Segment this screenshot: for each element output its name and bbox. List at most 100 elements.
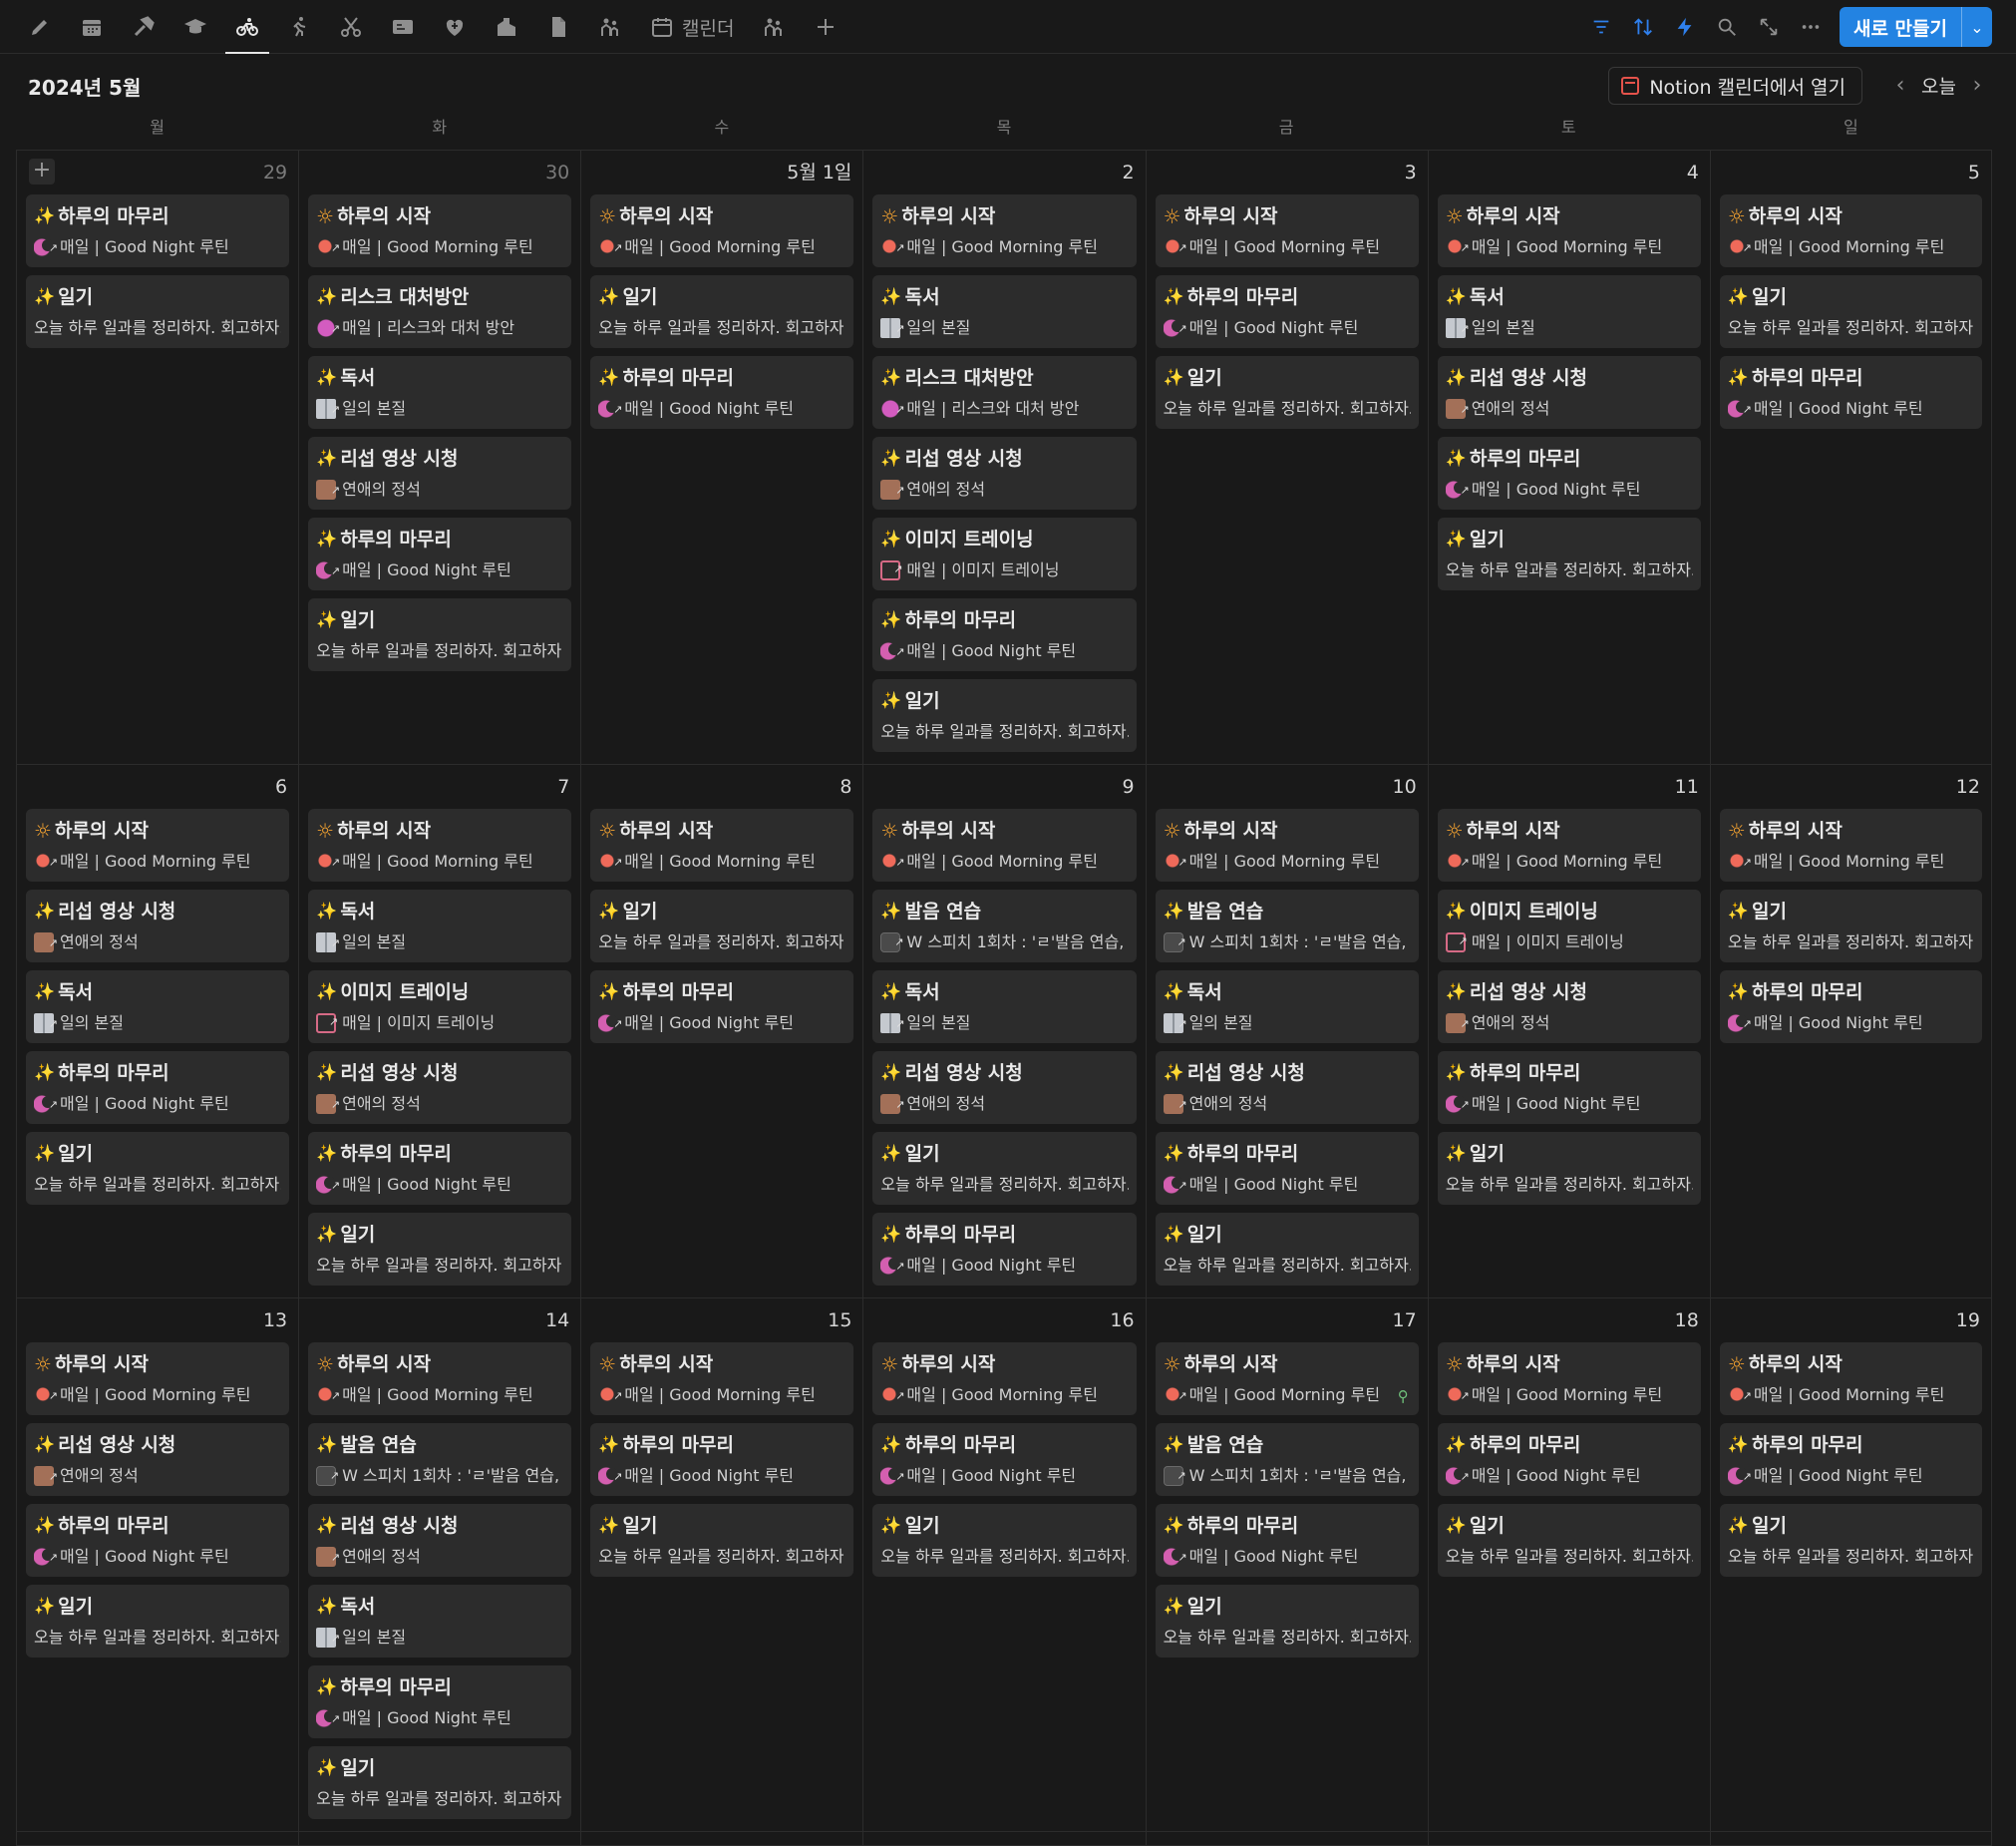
event-card[interactable]: ☼하루의 시작매일 | Good Morning 루틴: [872, 809, 1137, 882]
event-card[interactable]: ✨하루의 마무리매일 | Good Night 루틴: [872, 598, 1137, 671]
event-card[interactable]: ✨발음 연습 W 스피치 1회차 : 'ㄹ'발음 연습, ㅌ: [1155, 1423, 1419, 1496]
event-card[interactable]: ✨리섭 영상 시청연애의 정석: [1437, 356, 1701, 429]
day-cell[interactable]: [1427, 1832, 1710, 1846]
event-card[interactable]: ✨하루의 마무리매일 | Good Night 루틴: [590, 970, 854, 1043]
event-card[interactable]: ✨발음 연습 W 스피치 1회차 : 'ㄹ'발음 연습, ㅌ: [1155, 890, 1419, 962]
event-card[interactable]: ✨하루의 마무리매일 | Good Night 루틴: [308, 1665, 572, 1738]
event-card[interactable]: ✨ 일기 오늘 하루 일과를 정리하자. 회고하자.: [1437, 1504, 1701, 1577]
event-card[interactable]: ✨ 일기 오늘 하루 일과를 정리하자. 회고하자.: [1719, 275, 1982, 348]
event-card[interactable]: ☼하루의 시작매일 | Good Morning 루틴: [308, 809, 572, 882]
event-card[interactable]: ✨ 일기 오늘 하루 일과를 정리하자. 회고하자.: [872, 1132, 1137, 1205]
new-button-dropdown[interactable]: ⌄: [1961, 7, 1992, 47]
view-tab-7[interactable]: [325, 0, 377, 54]
view-tab-10[interactable]: [481, 0, 532, 54]
event-card[interactable]: ☼하루의 시작매일 | Good Morning 루틴: [590, 809, 854, 882]
day-cell[interactable]: 4☼하루의 시작매일 | Good Morning 루틴✨독서일의 본질✨리섭 …: [1427, 151, 1710, 765]
event-card[interactable]: ☼하루의 시작매일 | Good Morning 루틴: [1155, 809, 1419, 882]
event-card[interactable]: ☼하루의 시작매일 | Good Morning 루틴: [590, 1342, 854, 1415]
event-card[interactable]: ✨이미지 트레이닝매일 | 이미지 트레이닝: [308, 970, 572, 1043]
view-tab-12[interactable]: [584, 0, 636, 54]
day-cell[interactable]: 13☼하루의 시작매일 | Good Morning 루틴✨리섭 영상 시청연애…: [16, 1298, 299, 1832]
event-card[interactable]: ✨하루의 마무리매일 | Good Night 루틴: [1155, 1132, 1419, 1205]
view-tab-15[interactable]: [800, 0, 851, 54]
event-card[interactable]: ✨하루의 마무리매일 | Good Night 루틴: [26, 1504, 290, 1577]
event-card[interactable]: ✨ 일기 오늘 하루 일과를 정리하자. 회고하자.: [590, 275, 854, 348]
event-card[interactable]: ✨ 일기 오늘 하루 일과를 정리하자. 회고하자.: [1155, 356, 1419, 429]
event-card[interactable]: ✨ 일기 오늘 하루 일과를 정리하자. 회고하자.: [26, 1585, 290, 1658]
more-icon[interactable]: [1790, 7, 1832, 47]
event-card[interactable]: ✨하루의 마무리매일 | Good Night 루틴: [590, 356, 854, 429]
event-card[interactable]: ☼하루의 시작매일 | Good Morning 루틴: [26, 809, 290, 882]
event-card[interactable]: ☼하루의 시작매일 | Good Morning 루틴: [872, 194, 1137, 267]
event-card[interactable]: ✨독서일의 본질: [872, 275, 1137, 348]
event-card[interactable]: ☼하루의 시작매일 | Good Morning 루틴: [1437, 194, 1701, 267]
day-cell[interactable]: 15☼하루의 시작매일 | Good Morning 루틴✨하루의 마무리매일 …: [580, 1298, 863, 1832]
event-card[interactable]: ✨ 일기 오늘 하루 일과를 정리하자. 회고하자.: [26, 275, 290, 348]
event-card[interactable]: ✨발음 연습 W 스피치 1회차 : 'ㄹ'발음 연습, ㅌ: [308, 1423, 572, 1496]
event-card[interactable]: ✨ 일기 오늘 하루 일과를 정리하자. 회고하자.: [308, 598, 572, 671]
event-card[interactable]: ✨ 일기 오늘 하루 일과를 정리하자. 회고하자.: [1155, 1585, 1419, 1658]
expand-icon[interactable]: [1748, 7, 1790, 47]
event-card[interactable]: ✨독서일의 본질: [308, 890, 572, 962]
day-cell[interactable]: 19☼하루의 시작매일 | Good Morning 루틴✨하루의 마무리매일 …: [1709, 1298, 1992, 1832]
event-card[interactable]: ✨발음 연습 W 스피치 1회차 : 'ㄹ'발음 연습, ㅌ: [872, 890, 1137, 962]
view-tab-2[interactable]: [66, 0, 118, 54]
lightning-icon[interactable]: [1664, 7, 1706, 47]
day-cell[interactable]: 30☼하루의 시작매일 | Good Morning 루틴✨리스크 대처방안매일…: [298, 151, 581, 765]
day-cell[interactable]: 16☼하루의 시작매일 | Good Morning 루틴✨하루의 마무리매일 …: [862, 1298, 1146, 1832]
event-card[interactable]: ✨하루의 마무리매일 | Good Night 루틴: [1155, 275, 1419, 348]
event-card[interactable]: ✨ 일기 오늘 하루 일과를 정리하자. 회고하자.: [872, 679, 1137, 752]
sort-icon[interactable]: [1622, 7, 1664, 47]
event-card[interactable]: ✨하루의 마무리매일 | Good Night 루틴: [872, 1423, 1137, 1496]
event-card[interactable]: ✨독서일의 본질: [308, 356, 572, 429]
day-cell[interactable]: 6☼하루의 시작매일 | Good Morning 루틴✨리섭 영상 시청연애의…: [16, 765, 299, 1298]
event-card[interactable]: ✨이미지 트레이닝매일 | 이미지 트레이닝: [1437, 890, 1701, 962]
view-tab-1[interactable]: [14, 0, 66, 54]
event-card[interactable]: ✨리섭 영상 시청연애의 정석: [308, 1051, 572, 1124]
event-card[interactable]: ✨독서일의 본질: [26, 970, 290, 1043]
event-card[interactable]: ✨하루의 마무리매일 | Good Night 루틴: [1437, 1423, 1701, 1496]
view-tab-3[interactable]: [118, 0, 169, 54]
event-card[interactable]: ☼하루의 시작매일 | Good Morning 루틴 ⚲: [1155, 1342, 1419, 1415]
day-cell[interactable]: [580, 1832, 863, 1846]
day-cell[interactable]: 14☼하루의 시작매일 | Good Morning 루틴✨발음 연습W 스피치…: [298, 1298, 581, 1832]
event-card[interactable]: ✨하루의 마무리매일 | Good Night 루틴: [1437, 437, 1701, 510]
event-card[interactable]: ✨하루의 마무리매일 | Good Night 루틴: [26, 194, 290, 267]
event-card[interactable]: ✨리섭 영상 시청연애의 정석: [872, 1051, 1137, 1124]
add-event-button[interactable]: +: [29, 159, 55, 185]
event-card[interactable]: ✨리섭 영상 시청연애의 정석: [26, 890, 290, 962]
event-card[interactable]: ☼하루의 시작매일 | Good Morning 루틴: [590, 194, 854, 267]
event-card[interactable]: ☼하루의 시작매일 | Good Morning 루틴: [1437, 809, 1701, 882]
view-tab-5[interactable]: [221, 0, 273, 54]
day-cell[interactable]: 5월 1일☼하루의 시작매일 | Good Morning 루틴✨일기오늘 하루…: [580, 151, 863, 765]
view-tab-8[interactable]: [377, 0, 429, 54]
day-cell[interactable]: [862, 1832, 1146, 1846]
day-cell[interactable]: 10☼하루의 시작매일 | Good Morning 루틴✨발음 연습W 스피치…: [1145, 765, 1428, 1298]
event-card[interactable]: ✨ 일기 오늘 하루 일과를 정리하자. 회고하자.: [1719, 890, 1982, 962]
event-card[interactable]: ✨독서일의 본질: [308, 1585, 572, 1658]
event-card[interactable]: ☼하루의 시작매일 | Good Morning 루틴: [872, 1342, 1137, 1415]
event-card[interactable]: ☼하루의 시작매일 | Good Morning 루틴: [1719, 194, 1982, 267]
event-card[interactable]: ✨하루의 마무리매일 | Good Night 루틴: [872, 1213, 1137, 1286]
event-card[interactable]: ✨리섭 영상 시청연애의 정석: [1437, 970, 1701, 1043]
day-cell[interactable]: 2☼하루의 시작매일 | Good Morning 루틴✨독서일의 본질✨리스크…: [862, 151, 1146, 765]
day-cell[interactable]: [1709, 1832, 1992, 1846]
day-cell[interactable]: 11☼하루의 시작매일 | Good Morning 루틴✨이미지 트레이닝매일…: [1427, 765, 1710, 1298]
event-card[interactable]: ✨ 일기 오늘 하루 일과를 정리하자. 회고하자.: [308, 1213, 572, 1286]
event-card[interactable]: ☼하루의 시작매일 | Good Morning 루틴: [308, 1342, 572, 1415]
open-notion-calendar-button[interactable]: Notion 캘린더에서 열기: [1608, 67, 1862, 105]
view-tab-4[interactable]: [169, 0, 221, 54]
event-card[interactable]: ✨ 일기 오늘 하루 일과를 정리하자. 회고하자.: [1437, 1132, 1701, 1205]
view-tab-11[interactable]: [532, 0, 584, 54]
day-cell[interactable]: 18☼하루의 시작매일 | Good Morning 루틴✨하루의 마무리매일 …: [1427, 1298, 1710, 1832]
view-tab-13[interactable]: 캘린더: [636, 0, 748, 54]
today-button[interactable]: 오늘: [1917, 72, 1960, 99]
event-card[interactable]: ☼하루의 시작매일 | Good Morning 루틴: [26, 1342, 290, 1415]
event-card[interactable]: ✨하루의 마무리매일 | Good Night 루틴: [1155, 1504, 1419, 1577]
event-card[interactable]: ✨리섭 영상 시청연애의 정석: [1155, 1051, 1419, 1124]
event-card[interactable]: ✨하루의 마무리매일 | Good Night 루틴: [1719, 970, 1982, 1043]
event-card[interactable]: ✨독서일의 본질: [1155, 970, 1419, 1043]
event-card[interactable]: ✨하루의 마무리매일 | Good Night 루틴: [308, 518, 572, 590]
event-card[interactable]: ✨하루의 마무리매일 | Good Night 루틴: [308, 1132, 572, 1205]
day-cell[interactable]: 3☼하루의 시작매일 | Good Morning 루틴✨하루의 마무리매일 |…: [1145, 151, 1428, 765]
